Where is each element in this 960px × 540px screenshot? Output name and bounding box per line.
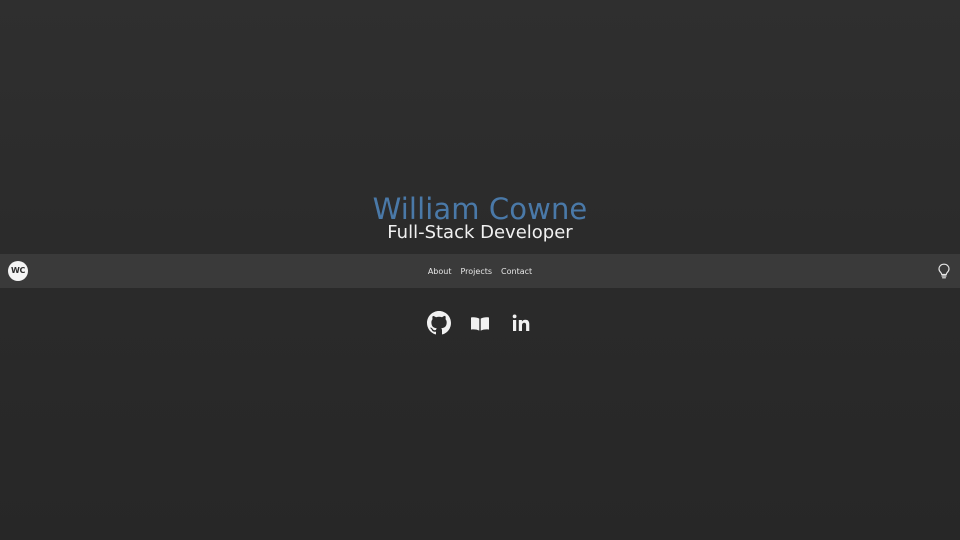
nav-link-projects[interactable]: Projects — [460, 267, 492, 276]
hero: William Cowne Full-Stack Developer — [0, 190, 960, 243]
lightbulb-icon — [938, 263, 950, 279]
theme-toggle-button[interactable] — [937, 263, 951, 279]
linkedin-icon — [512, 314, 530, 331]
book-icon — [471, 317, 489, 331]
github-icon — [427, 311, 451, 335]
social-links — [0, 310, 960, 336]
nav-links: About Projects Contact — [0, 254, 960, 288]
linkedin-link[interactable] — [509, 311, 533, 335]
nav-link-contact[interactable]: Contact — [501, 267, 532, 276]
book-link[interactable] — [468, 311, 492, 335]
nav-link-about[interactable]: About — [428, 267, 452, 276]
navbar: WC About Projects Contact — [0, 254, 960, 288]
github-link[interactable] — [427, 311, 451, 335]
hero-role: Full-Stack Developer — [387, 222, 573, 243]
